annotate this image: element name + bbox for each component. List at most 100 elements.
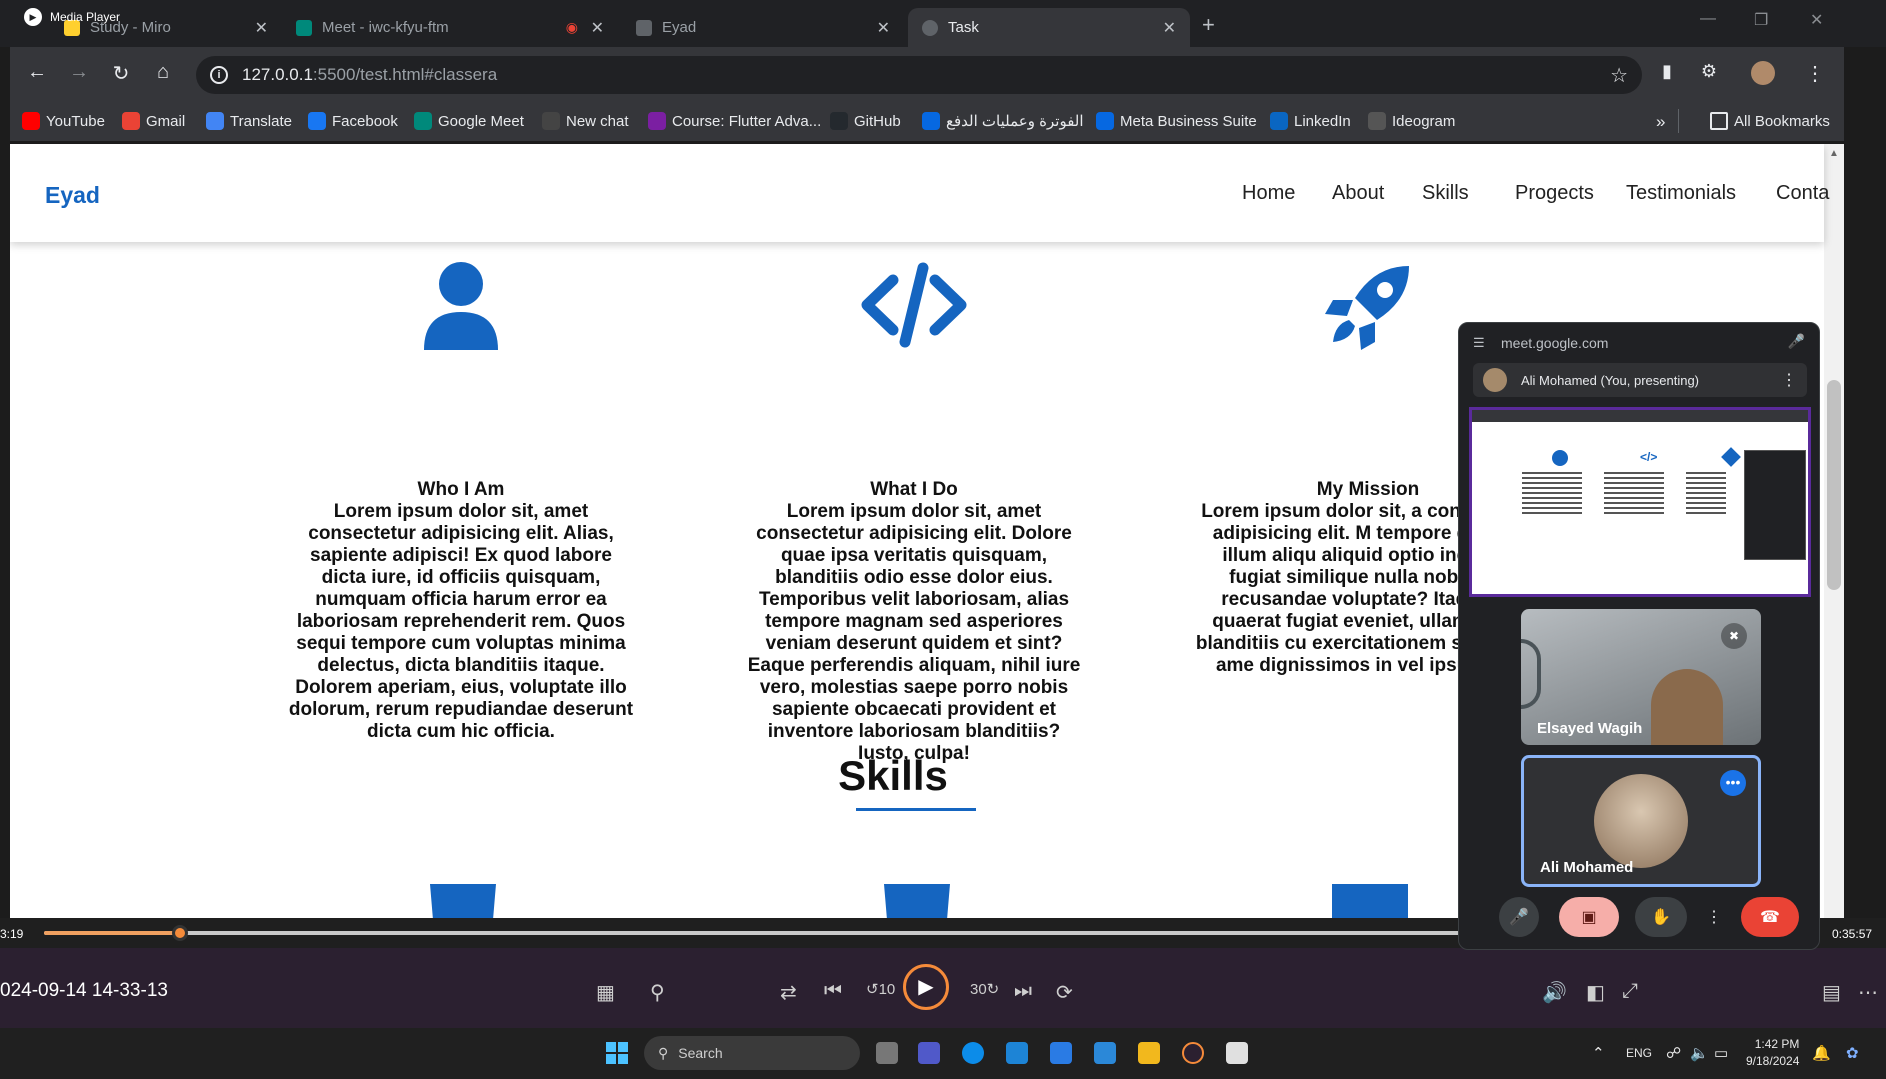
- nav-about[interactable]: About: [1332, 182, 1384, 205]
- task-view-icon[interactable]: [876, 1042, 898, 1064]
- rewind-10-icon[interactable]: ↺10: [866, 980, 895, 998]
- address-bar[interactable]: i 127.0.0.1:5500/test.html#classera ☆: [196, 56, 1642, 94]
- bookmark-item[interactable]: Gmail: [122, 112, 185, 130]
- all-bookmarks-button[interactable]: All Bookmarks: [1710, 112, 1830, 130]
- play-button[interactable]: ▶: [903, 964, 949, 1010]
- bookmark-item[interactable]: Google Meet: [414, 112, 524, 130]
- bookmark-label: YouTube: [46, 112, 105, 130]
- bookmark-item[interactable]: Meta Business Suite: [1096, 112, 1257, 130]
- bookmark-star-icon[interactable]: ☆: [1610, 63, 1628, 88]
- file-explorer-icon[interactable]: [1138, 1042, 1160, 1064]
- minimize-icon[interactable]: —: [1700, 10, 1716, 28]
- previous-icon[interactable]: ⏮: [824, 980, 842, 1003]
- back-icon[interactable]: ←: [24, 61, 50, 84]
- site-logo[interactable]: Eyad: [45, 182, 100, 209]
- facebook-icon: [308, 112, 326, 130]
- more-icon[interactable]: ⋮: [1699, 897, 1729, 937]
- scrollbar-thumb[interactable]: [1827, 380, 1841, 590]
- tray-chevron-icon[interactable]: ⌃: [1592, 1044, 1605, 1062]
- volume-icon[interactable]: 🔈: [1690, 1044, 1709, 1062]
- bookmark-item[interactable]: الفوترة وعمليات الدفع: [922, 112, 1084, 130]
- new-tab-button[interactable]: +: [1202, 12, 1215, 38]
- camera-off-button[interactable]: ▣: [1559, 897, 1619, 937]
- tab-eyad[interactable]: Eyad ✕: [622, 8, 904, 47]
- language-indicator[interactable]: ENG: [1626, 1046, 1652, 1060]
- reload-icon[interactable]: ↻: [108, 61, 134, 86]
- participant-tile[interactable]: ✖ Elsayed Wagih: [1521, 609, 1761, 745]
- restore-icon[interactable]: ❐: [1754, 10, 1768, 30]
- folder-icon: [1710, 112, 1728, 130]
- more-options-icon[interactable]: •••: [1720, 770, 1746, 796]
- bookmark-item[interactable]: New chat: [542, 112, 629, 130]
- reading-icon[interactable]: ▮: [1654, 61, 1680, 82]
- more-bookmarks-icon[interactable]: »: [1656, 112, 1665, 132]
- shuffle-icon[interactable]: ⇄: [780, 980, 797, 1005]
- meet-icon: [296, 19, 312, 36]
- battery-icon[interactable]: ▭: [1714, 1044, 1728, 1062]
- nav-skills[interactable]: Skills: [1422, 182, 1469, 205]
- nav-contact[interactable]: Conta: [1776, 182, 1829, 205]
- nav-home[interactable]: Home: [1242, 182, 1295, 205]
- nav-progects[interactable]: Progects: [1515, 182, 1594, 205]
- tab-task[interactable]: Task ✕: [908, 8, 1190, 47]
- bookmark-item[interactable]: GitHub: [830, 112, 901, 130]
- mic-icon[interactable]: 🎤: [1788, 333, 1805, 350]
- meet-icon: [414, 112, 432, 130]
- page-scrollbar[interactable]: ▲: [1824, 144, 1844, 918]
- site-info-icon[interactable]: i: [210, 66, 228, 84]
- extensions-icon[interactable]: ⚙: [1696, 61, 1722, 82]
- total-time: 0:35:57: [1832, 927, 1873, 941]
- url-path: :5500/test.html#classera: [312, 65, 498, 84]
- fullscreen-icon[interactable]: ⤢: [1622, 980, 1638, 1003]
- edge-icon[interactable]: [962, 1042, 984, 1064]
- raise-hand-button[interactable]: ✋: [1635, 897, 1687, 937]
- notification-icon[interactable]: 🔔: [1812, 1044, 1831, 1062]
- copilot-icon[interactable]: ✿: [1846, 1044, 1859, 1062]
- menu-icon[interactable]: ⋮: [1802, 61, 1828, 86]
- snipping-tool-icon[interactable]: [1226, 1042, 1248, 1064]
- tab-meet[interactable]: Meet - iwc-kfyu-ftm ◉ ✕: [282, 8, 618, 47]
- close-icon[interactable]: ✕: [877, 18, 890, 38]
- forward-icon[interactable]: →: [66, 61, 92, 84]
- bookmark-item[interactable]: YouTube: [22, 112, 105, 130]
- close-window-icon[interactable]: ✕: [1810, 10, 1823, 30]
- about-card-what: What I Do Lorem ipsum dolor sit, amet co…: [718, 259, 1110, 799]
- profile-avatar[interactable]: [1750, 61, 1776, 91]
- close-icon[interactable]: ✕: [255, 18, 268, 38]
- close-icon[interactable]: ✕: [591, 18, 604, 38]
- leave-call-button[interactable]: ☎: [1741, 897, 1799, 937]
- close-icon[interactable]: ✕: [1163, 18, 1176, 38]
- more-icon[interactable]: ⋯: [1858, 980, 1878, 1005]
- bookmark-item[interactable]: Facebook: [308, 112, 398, 130]
- meet-pip-window: ☰ meet.google.com 🎤 Ali Mohamed (You, pr…: [1458, 322, 1820, 950]
- tune-icon[interactable]: ☰: [1473, 335, 1485, 351]
- start-button[interactable]: [606, 1042, 628, 1064]
- taskbar-search[interactable]: ⚲ Search: [644, 1036, 860, 1070]
- media-player-icon[interactable]: [1182, 1042, 1204, 1064]
- next-icon[interactable]: ⏭: [1014, 980, 1032, 1003]
- mail-icon[interactable]: [1006, 1042, 1028, 1064]
- forward-30-icon[interactable]: 30↻: [970, 980, 999, 998]
- taskbar-clock[interactable]: 1:42 PM 9/18/2024: [1746, 1036, 1799, 1070]
- mic-button[interactable]: 🎤: [1499, 897, 1539, 937]
- vscode-icon[interactable]: [1094, 1042, 1116, 1064]
- teams-icon[interactable]: [918, 1042, 940, 1064]
- home-icon[interactable]: ⌂: [150, 61, 176, 84]
- bookmark-item[interactable]: Ideogram: [1368, 112, 1455, 130]
- participant-tile[interactable]: ••• Ali Mohamed: [1521, 755, 1761, 887]
- volume-icon[interactable]: 🔊: [1542, 980, 1567, 1005]
- address-url[interactable]: 127.0.0.1:5500/test.html#classera: [242, 65, 497, 85]
- bookmark-item[interactable]: Translate: [206, 112, 292, 130]
- cast-icon[interactable]: ◧: [1586, 980, 1605, 1005]
- bookmark-item[interactable]: LinkedIn: [1270, 112, 1351, 130]
- more-icon[interactable]: ⋮: [1781, 370, 1797, 390]
- store-icon[interactable]: [1050, 1042, 1072, 1064]
- seek-handle[interactable]: [171, 925, 188, 941]
- mini-player-icon[interactable]: ▤: [1822, 980, 1841, 1005]
- repeat-icon[interactable]: ⟳: [1056, 980, 1073, 1005]
- scroll-up-icon[interactable]: ▲: [1829, 148, 1839, 159]
- nav-testimonials[interactable]: Testimonials: [1626, 182, 1736, 205]
- bookmark-item[interactable]: Course: Flutter Adva...: [648, 112, 821, 130]
- network-icon[interactable]: ☍: [1666, 1044, 1681, 1062]
- mic-off-icon: ✖: [1721, 623, 1747, 649]
